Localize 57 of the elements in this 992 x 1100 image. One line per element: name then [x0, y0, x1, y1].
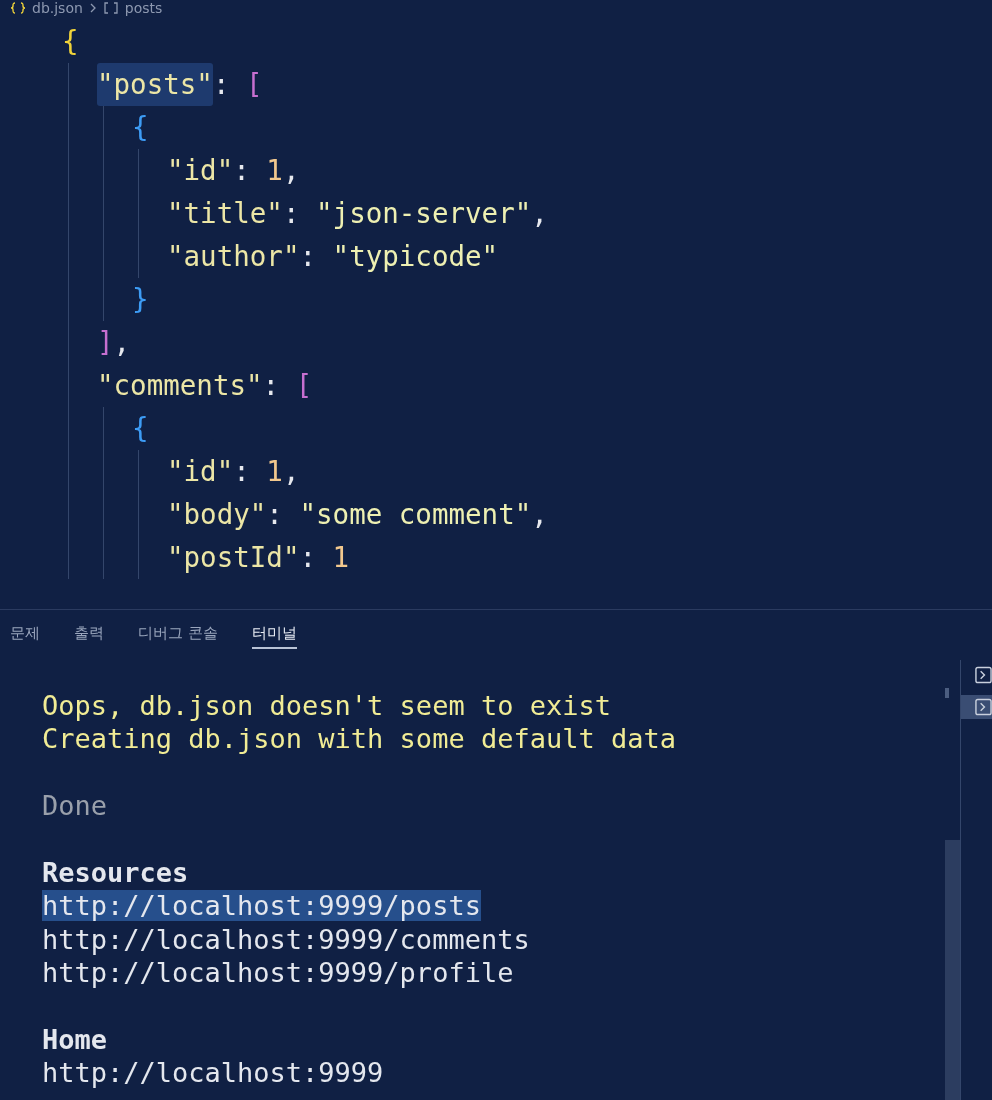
terminal-text: Home	[42, 1023, 108, 1055]
code-token: "title"	[167, 196, 283, 231]
code-token: "typicode"	[332, 239, 499, 274]
terminal-link[interactable]: http://localhost:9999	[42, 1057, 384, 1089]
code-token: "id"	[167, 153, 234, 188]
terminal-icon[interactable]	[975, 666, 992, 684]
code-token: ,	[531, 497, 548, 532]
code-token: {	[132, 110, 149, 145]
terminal-tab[interactable]	[961, 695, 992, 719]
terminal-text: Oops, db.json doesn't seem to exist	[42, 690, 611, 721]
braces-icon	[10, 2, 26, 14]
code-token: }	[132, 282, 149, 317]
code-token: ,	[531, 196, 548, 231]
code-token: :	[282, 196, 301, 231]
code-token: ]	[97, 325, 114, 360]
code-token: "some comment"	[299, 497, 532, 532]
panel-tab[interactable]: 터미널	[251, 610, 297, 649]
code-token: ,	[282, 153, 300, 188]
code-token: 1	[332, 540, 350, 575]
panel-tab[interactable]: 문제	[10, 610, 40, 649]
scroll-marker	[945, 688, 949, 698]
panel-tab[interactable]: 디버그 콘솔	[138, 610, 218, 649]
code-token: :	[212, 67, 231, 102]
terminal-link[interactable]: http://localhost:9999/profile	[42, 957, 514, 989]
chevron-icon	[88, 2, 97, 14]
terminal-link[interactable]: http://localhost:9999/posts	[42, 890, 481, 922]
code-token: {	[62, 24, 79, 59]
scrollbar-thumb[interactable]	[945, 840, 960, 1100]
highlighted-word: "posts"	[97, 63, 213, 106]
code-token: 1	[266, 454, 283, 489]
code-token: "postId"	[167, 540, 300, 575]
code-token: {	[132, 411, 149, 446]
breadcrumb-item[interactable]: db.json	[32, 0, 83, 16]
brackets-icon	[102, 2, 119, 14]
breadcrumb-item[interactable]: posts	[124, 0, 163, 16]
code-token: "author"	[167, 239, 300, 274]
terminal-text: Resources	[42, 856, 189, 888]
code-token: :	[233, 153, 251, 188]
code-token: "id"	[167, 454, 234, 489]
code-token: [	[295, 368, 313, 403]
code-token: :	[299, 239, 317, 274]
code-token: :	[262, 368, 281, 403]
code-token: ,	[282, 454, 300, 489]
terminal-link[interactable]: http://localhost:9999/comments	[42, 923, 530, 955]
code-token: 1	[266, 153, 283, 188]
terminal-icon[interactable]	[975, 698, 992, 716]
code-token: :	[299, 540, 317, 575]
code-token: ,	[113, 325, 131, 360]
code-token: "json-server"	[316, 196, 532, 231]
panel-tab[interactable]: 출력	[74, 610, 104, 649]
terminal-text: Creating db.json with some default data	[42, 723, 676, 755]
code-token: "comments"	[97, 368, 263, 403]
terminal-text: Done	[42, 790, 108, 822]
code-token: "body"	[167, 497, 267, 532]
code-token: [	[246, 67, 263, 102]
code-token: :	[233, 454, 251, 489]
code-token: :	[266, 497, 284, 532]
